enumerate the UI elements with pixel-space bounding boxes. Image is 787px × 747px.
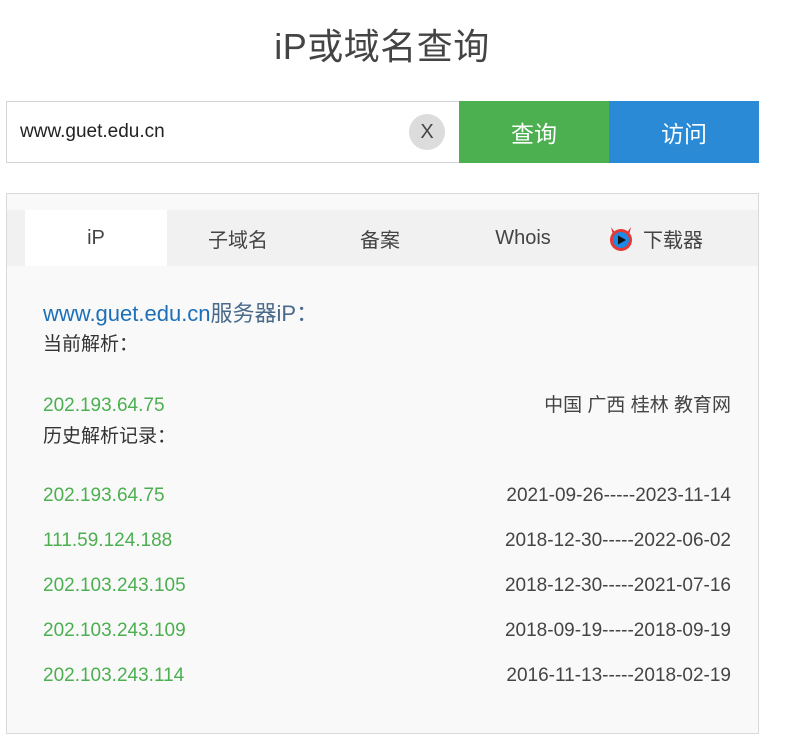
history-date-range: 2018-12-30-----2022-06-02 [504,530,731,551]
search-bar: X 查询 访问 [6,101,759,163]
history-date-range: 2021-09-26-----2023-11-14 [506,485,731,506]
history-date-range: 2018-09-19-----2018-09-19 [504,620,731,641]
history-date-range: 2016-11-13-----2018-02-19 [506,665,731,686]
tab-downloader[interactable]: 下载器 [607,210,727,266]
tab-bar: iP 子域名 备案 Whois 下载器 [7,210,758,266]
history-ip[interactable]: 202.103.243.105 [43,571,186,601]
tab-whois[interactable]: Whois [451,210,595,266]
tab-beian[interactable]: 备案 [309,210,451,266]
search-input-wrapper: X [6,101,459,163]
query-button[interactable]: 查询 [459,101,609,163]
history-ip[interactable]: 202.103.243.109 [43,616,186,646]
current-location: 中国 广西 桂林 教育网 [544,395,731,416]
history-row: 202.103.243.109 2018-09-19-----2018-09-1… [43,616,731,646]
current-ip[interactable]: 202.193.64.75 [43,391,165,421]
history-ip[interactable]: 202.193.64.75 [43,481,165,511]
current-resolution-label: 当前解析： [43,334,139,355]
tab-subdomain[interactable]: 子域名 [167,210,309,266]
history-row: 202.103.243.114 2016-11-13-----2018-02-1… [43,661,731,691]
clear-button[interactable]: X [409,114,445,150]
tab-downloader-label: 下载器 [643,229,703,252]
result-content: www.guet.edu.cn服务器iP： 当前解析： 202.193.64.7… [43,299,733,686]
history-ip[interactable]: 202.103.243.114 [43,661,184,691]
server-ip-label: 服务器iP： [210,301,319,326]
server-ip-heading: www.guet.edu.cn服务器iP： [43,299,733,329]
history-row: 202.193.64.75 2021-09-26-----2023-11-14 [43,481,731,511]
history-label: 历史解析记录： [43,426,177,447]
history-row: 111.59.124.188 2018-12-30-----2022-06-02 [43,526,731,556]
tab-ip[interactable]: iP [25,210,167,266]
devil-icon [607,224,635,252]
history-row: 202.103.243.105 2018-12-30-----2021-07-1… [43,571,731,601]
current-row: 202.193.64.75 中国 广西 桂林 教育网 [43,391,731,421]
history-date-range: 2018-12-30-----2021-07-16 [504,575,731,596]
history-ip[interactable]: 111.59.124.188 [43,526,172,556]
page-title: iP或域名查询 [274,26,490,67]
search-input[interactable] [7,102,397,162]
domain-link[interactable]: www.guet.edu.cn [43,301,211,326]
visit-button[interactable]: 访问 [609,101,759,163]
clear-icon: X [420,120,434,143]
result-panel: iP 子域名 备案 Whois 下载器 www.guet.edu.cn服务器iP… [6,193,759,734]
